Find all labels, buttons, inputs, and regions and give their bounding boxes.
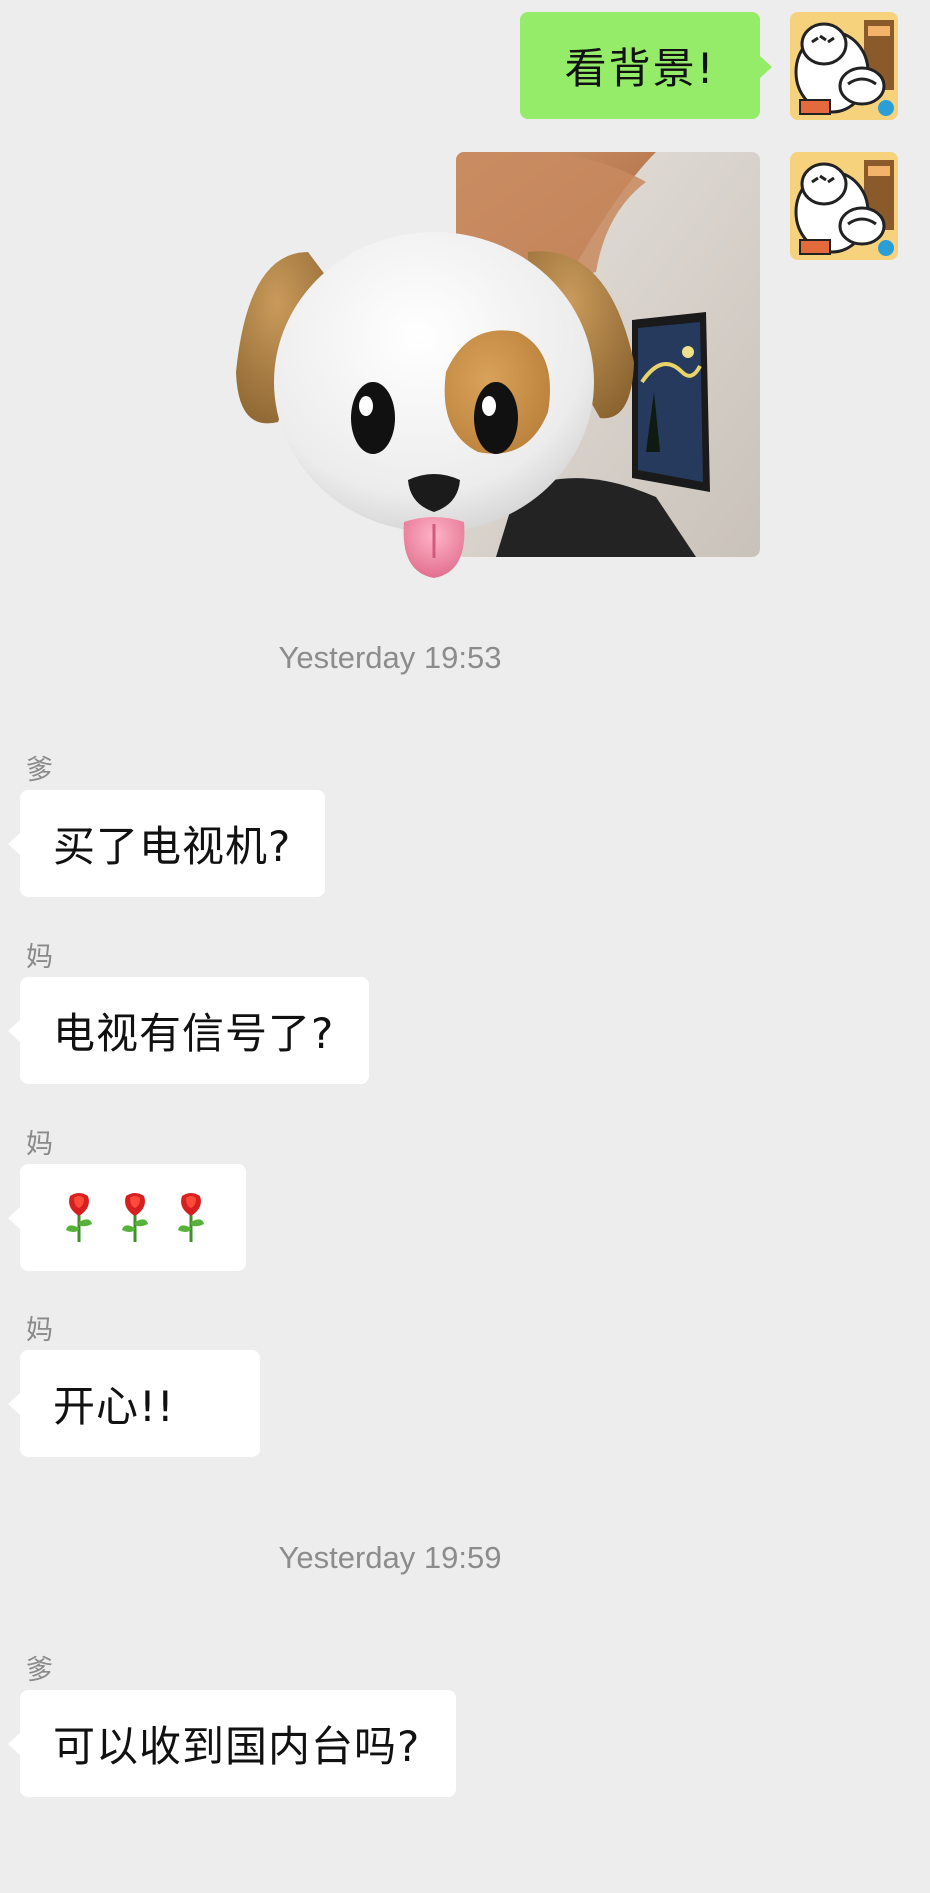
message-text: 电视有信号了?: [53, 1009, 335, 1058]
sender-name: 妈: [26, 1315, 53, 1346]
my-avatar[interactable]: [790, 152, 898, 260]
rose-icon: [66, 1192, 92, 1242]
message-text: 可以收到国内台吗?: [53, 1722, 421, 1771]
timestamp: Yesterday 19:59: [278, 1540, 502, 1575]
emoji-row: [62, 1192, 208, 1244]
incoming-message-bubble[interactable]: 买了电视机?: [8, 790, 325, 897]
incoming-message-bubble[interactable]: 电视有信号了?: [8, 977, 369, 1084]
rose-icon: [122, 1192, 148, 1242]
cartoon-eating-avatar-icon: [790, 152, 898, 260]
dog-face-emoji-icon: [228, 222, 644, 582]
outgoing-message-bubble[interactable]: 看背景!: [520, 12, 772, 119]
sender-name: 爹: [26, 1655, 53, 1686]
rose-icon: [178, 1192, 204, 1242]
sender-name: 妈: [26, 942, 53, 973]
sender-name: 妈: [26, 1129, 53, 1160]
incoming-message-bubble[interactable]: 开心!!: [8, 1350, 260, 1457]
message-text: 看背景!: [564, 44, 716, 93]
incoming-message-bubble[interactable]: 可以收到国内台吗?: [8, 1690, 456, 1797]
message-text: 买了电视机?: [53, 822, 292, 871]
chat-window: 看背景! Yesterday 19:53 爹 买了电视机? 妈 电视有信号了? …: [0, 0, 930, 1893]
my-avatar[interactable]: [790, 12, 898, 120]
timestamp: Yesterday 19:53: [278, 640, 502, 675]
sender-name: 爹: [26, 755, 53, 786]
incoming-message-bubble[interactable]: [8, 1164, 246, 1271]
cartoon-eating-avatar-icon: [790, 12, 898, 120]
message-text: 开心!!: [53, 1382, 175, 1431]
